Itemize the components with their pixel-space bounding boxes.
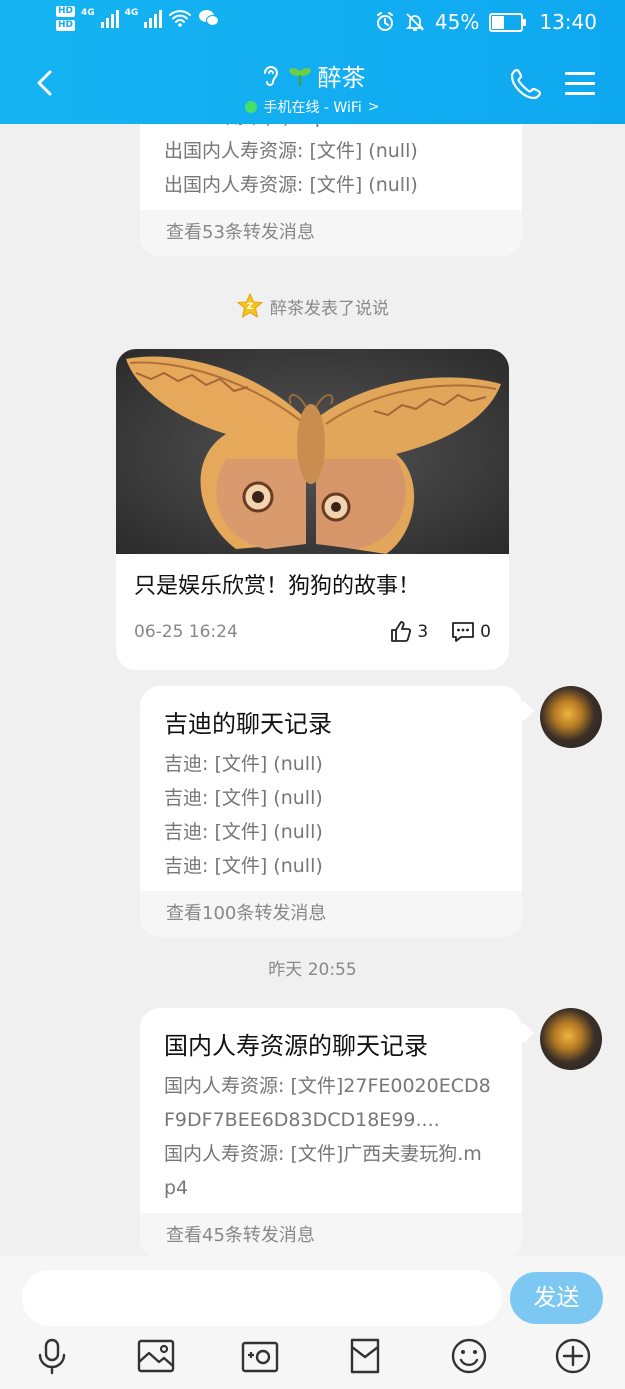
input-bar: 发送	[0, 1256, 625, 1389]
file-icon[interactable]	[345, 1336, 385, 1376]
forward-card-jidi[interactable]: 吉迪的聊天记录 吉迪: [文件] (null) 吉迪: [文件] (null) …	[140, 686, 522, 937]
forward-line: p4	[164, 1177, 189, 1199]
online-dot	[245, 101, 258, 113]
signal-icon	[144, 6, 163, 28]
forward-line: F9DF7BEE6D83DCD18E99....	[164, 1109, 440, 1131]
post-date: 06-25 16:24	[134, 622, 238, 642]
camera-icon[interactable]	[240, 1336, 280, 1376]
like-count: 3	[417, 622, 429, 642]
status-bar: HD HD 4G 4G 45% 13:40	[0, 0, 625, 46]
wechat-icon	[199, 10, 220, 26]
forward-footer[interactable]: 查看53条转发消息	[140, 210, 522, 256]
chat-title: 醉茶	[317, 64, 366, 92]
clock: 13:40	[539, 10, 597, 34]
forward-line: 吉迪: [文件] (null)	[164, 787, 323, 809]
comment-icon	[452, 622, 475, 642]
emoji-icon[interactable]	[449, 1336, 489, 1376]
alarm-icon	[376, 12, 393, 31]
svg-text:Z: Z	[247, 302, 254, 312]
forward-title: 吉迪的聊天记录	[164, 710, 332, 738]
ear-icon	[263, 65, 278, 86]
mute-bell-icon	[405, 13, 425, 31]
send-button[interactable]: 发送	[510, 1272, 603, 1324]
avatar[interactable]	[540, 686, 602, 748]
phone-icon[interactable]	[508, 66, 544, 102]
forward-line: 吉迪: [文件] (null)	[164, 855, 323, 877]
comment-button[interactable]: 0	[450, 620, 491, 644]
post-meta: 06-25 16:24 3 0	[134, 620, 491, 644]
like-button[interactable]: 3	[389, 620, 428, 644]
image-icon[interactable]	[136, 1336, 176, 1376]
microphone-icon[interactable]	[32, 1336, 72, 1376]
network-type: 4G	[124, 8, 139, 18]
post-card[interactable]: 只是娱乐欣赏！狗狗的故事！ 06-25 16:24 3 0	[116, 349, 509, 670]
post-text: 只是娱乐欣赏！狗狗的故事！	[134, 574, 421, 599]
forward-line: 出国内人寿资源: [文件] (null)	[164, 140, 418, 162]
forward-line: 出国内人寿资源: [文件] (null)	[164, 174, 418, 196]
wifi-icon	[169, 10, 192, 27]
hd-badges: HD HD	[56, 6, 76, 34]
sprout-icon	[288, 67, 311, 86]
forward-title: 国内人寿资源的聊天记录	[164, 1032, 428, 1060]
forward-footer[interactable]: 查看45条转发消息	[140, 1213, 522, 1256]
qzone-star-icon: Z	[236, 292, 264, 319]
battery-percent: 45%	[434, 10, 480, 34]
system-notice-text: 醉茶发表了说说	[270, 298, 389, 319]
forward-card-insurance[interactable]: 国内人寿资源的聊天记录 国内人寿资源: [文件]27FE0020ECD8 F9D…	[140, 1008, 522, 1256]
chat-header: HD HD 4G 4G 45% 13:40 醉茶 手机在线 - WiFi >	[0, 0, 625, 124]
plus-icon[interactable]	[553, 1336, 593, 1376]
comment-count: 0	[480, 622, 491, 642]
network-type: 4G	[81, 8, 95, 18]
system-notice[interactable]: Z 醉茶发表了说说	[0, 292, 625, 320]
post-image[interactable]	[116, 349, 509, 554]
message-input[interactable]	[22, 1270, 502, 1326]
signal-icon	[100, 6, 119, 28]
forward-line: 吉迪: [文件] (null)	[164, 821, 323, 843]
battery-icon	[489, 12, 527, 32]
hd-badge: HD	[56, 6, 76, 17]
chat-area[interactable]: ...26 - 副本(5).mp4 出国内人寿资源: [文件] (null) 出…	[0, 0, 625, 1256]
forward-line: 国内人寿资源: [文件]广西夫妻玩狗.m	[164, 1143, 482, 1165]
chevron-right-icon: >	[367, 99, 380, 115]
menu-icon[interactable]	[565, 72, 595, 96]
timestamp: 昨天 20:55	[268, 960, 357, 980]
input-toolbar	[0, 1336, 625, 1382]
forward-footer[interactable]: 查看100条转发消息	[140, 891, 522, 937]
forward-line: 国内人寿资源: [文件]27FE0020ECD8	[164, 1075, 491, 1097]
thumbs-up-icon	[391, 621, 412, 642]
online-status: 手机在线 - WiFi	[263, 100, 362, 116]
hd-badge: HD	[56, 20, 76, 31]
avatar[interactable]	[540, 1008, 602, 1070]
forward-line: 吉迪: [文件] (null)	[164, 753, 323, 775]
